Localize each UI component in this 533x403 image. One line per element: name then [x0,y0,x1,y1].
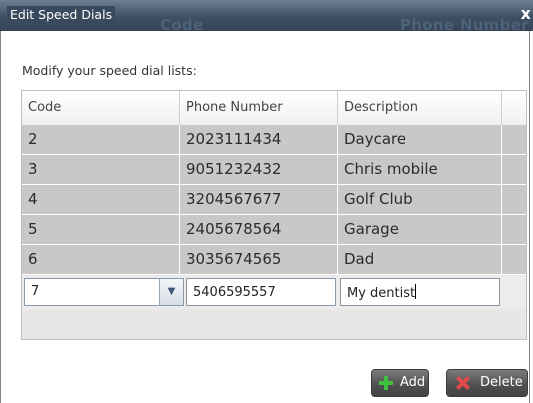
description-input-value: My dentist [347,286,416,301]
cell-description: Daycare [338,125,502,154]
add-button[interactable]: Add [371,369,429,397]
speed-dial-table: Code Phone Number Description 2 20231114… [21,90,527,340]
cell-description: Golf Club [338,185,502,214]
text-cursor [415,284,417,299]
table-header: Code Phone Number Description [22,91,526,126]
cell-phone: 3204567677 [180,185,338,214]
cell-code: 4 [22,185,180,214]
cell-description: Chris mobile [338,155,502,184]
title-bar: Code Phone Number Edit Speed Dials x [0,0,533,34]
column-header-phone[interactable]: Phone Number [180,91,338,125]
cell-phone: 2023111434 [180,125,338,154]
table-row[interactable]: 6 3035674565 Dad [22,245,526,275]
x-icon [455,375,471,391]
cell-description: Garage [338,215,502,244]
cell-phone: 9051232432 [180,155,338,184]
instructions-label: Modify your speed dial lists: [22,63,197,78]
delete-button-label: Delete [480,375,523,390]
cell-description: Dad [338,245,502,274]
add-button-label: Add [400,375,426,390]
phone-number-input[interactable] [186,278,336,306]
chevron-down-icon[interactable]: ▼ [159,279,183,305]
cell-code: 2 [22,125,180,154]
table-row[interactable]: 3 9051232432 Chris mobile [22,155,526,185]
edit-row: 7 ▼ My dentist [22,276,526,309]
dialog-title: Edit Speed Dials [7,6,116,23]
cell-code: 3 [22,155,180,184]
cell-code: 5 [22,215,180,244]
code-select-value: 7 [31,284,40,299]
table-row[interactable]: 5 2405678564 Garage [22,215,526,245]
cell-phone: 2405678564 [180,215,338,244]
cell-code: 6 [22,245,180,274]
column-header-spacer [502,91,526,125]
table-row[interactable]: 4 3204567677 Golf Club [22,185,526,215]
table-row[interactable]: 2 2023111434 Daycare [22,125,526,155]
plus-icon [378,375,394,391]
column-header-code[interactable]: Code [22,91,180,125]
description-input[interactable]: My dentist [340,278,500,306]
code-select[interactable]: 7 ▼ [24,278,184,306]
delete-button[interactable]: Delete [446,369,528,397]
close-icon[interactable]: x [521,4,531,23]
cell-phone: 3035674565 [180,245,338,274]
column-header-description[interactable]: Description [338,91,502,125]
